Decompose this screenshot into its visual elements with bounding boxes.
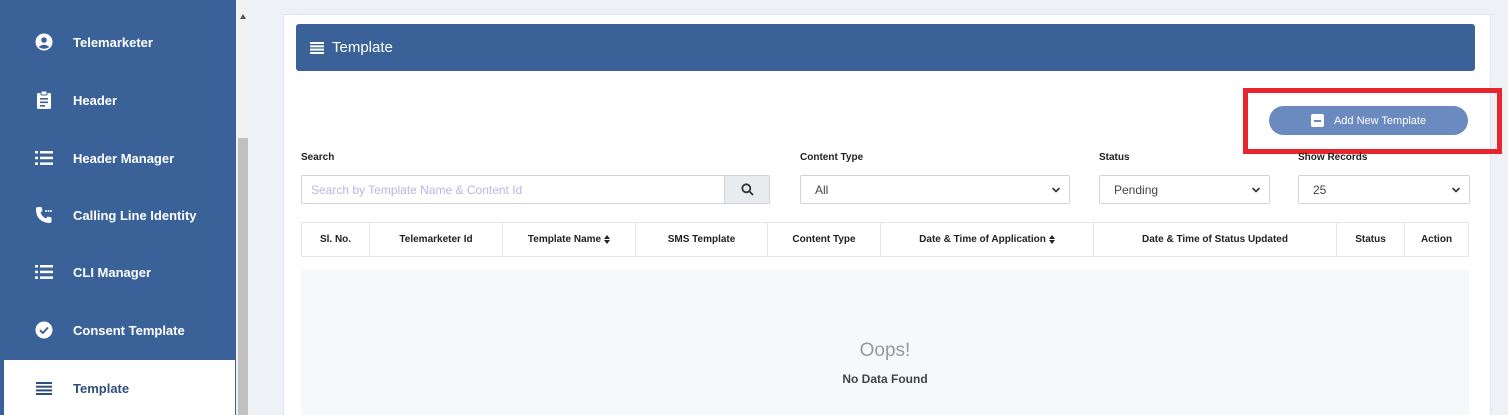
sidebar-item-label: Telemarketer — [73, 34, 153, 50]
scroll-up-arrow-icon[interactable] — [240, 14, 246, 19]
list-icon — [34, 262, 54, 282]
hamburger-icon — [310, 41, 324, 54]
check-circle-icon — [34, 320, 54, 340]
search-group — [301, 175, 770, 204]
show-records-select[interactable]: 25 — [1298, 175, 1470, 204]
status-select[interactable]: Pending — [1099, 175, 1270, 204]
status-label: Status — [1099, 152, 1130, 163]
content-type-label: Content Type — [800, 152, 864, 163]
show-records-value: 25 — [1313, 182, 1327, 197]
hamburger-icon — [34, 378, 54, 398]
table-header: Sl. No. Telemarketer Id Template Name SM… — [301, 222, 1469, 257]
sidebar-item-consent-template[interactable]: Consent Template — [0, 302, 236, 358]
phone-icon — [34, 205, 54, 225]
sort-icon[interactable] — [604, 235, 611, 244]
chevron-down-icon — [1451, 187, 1461, 193]
col-content-type: Content Type — [768, 223, 881, 256]
col-telemarketer-id: Telemarketer Id — [370, 223, 503, 256]
sidebar-item-template[interactable]: Template — [4, 360, 235, 415]
add-new-template-label: Add New Template — [1333, 114, 1427, 127]
sidebar-item-label: CLI Manager — [73, 264, 152, 280]
col-template-name[interactable]: Template Name — [503, 223, 636, 256]
sidebar-item-cli-manager[interactable]: CLI Manager — [0, 244, 236, 300]
sidebar-item-calling-line-identity[interactable]: Calling Line Identity — [0, 187, 236, 243]
content-type-value: All — [815, 182, 829, 197]
page-title: Template — [332, 39, 393, 56]
col-date-time-application[interactable]: Date & Time of Application — [881, 223, 1094, 256]
sort-icon[interactable] — [1048, 235, 1055, 244]
sidebar-item-label: Header — [73, 92, 118, 108]
col-sms-template: SMS Template — [636, 223, 768, 256]
list-icon — [34, 148, 54, 168]
user-circle-icon — [34, 32, 54, 52]
empty-title: Oops! — [859, 340, 911, 361]
sidebar: Telemarketer Header Header Manager Calli… — [0, 0, 236, 415]
card-header: Template — [296, 24, 1475, 71]
search-button[interactable] — [724, 176, 769, 203]
col-status: Status — [1337, 223, 1405, 256]
content-type-select[interactable]: All — [800, 175, 1070, 204]
col-sl-no: Sl. No. — [302, 223, 370, 256]
search-label: Search — [301, 152, 335, 163]
search-icon — [740, 183, 754, 196]
col-action: Action — [1420, 234, 1453, 245]
chevron-down-icon — [1051, 187, 1061, 193]
search-input[interactable] — [302, 176, 724, 203]
status-value: Pending — [1114, 182, 1159, 197]
empty-message: No Data Found — [842, 372, 928, 386]
sidebar-item-telemarketer[interactable]: Telemarketer — [0, 14, 236, 70]
sidebar-scrollbar[interactable] — [236, 0, 250, 415]
sidebar-item-label: Header Manager — [73, 150, 175, 166]
show-records-label: Show Records — [1298, 152, 1368, 163]
sidebar-item-label: Consent Template — [73, 322, 185, 338]
sidebar-item-label: Calling Line Identity — [73, 207, 197, 223]
add-new-template-button[interactable]: Add New Template — [1269, 106, 1468, 135]
sidebar-item-header-manager[interactable]: Header Manager — [0, 130, 236, 186]
col-date-time-status-updated: Date & Time of Status Updated — [1094, 223, 1337, 256]
sidebar-item-header[interactable]: Header — [0, 72, 236, 128]
sidebar-item-label: Template — [73, 380, 130, 396]
clipboard-icon — [34, 90, 54, 110]
minus-square-icon — [1310, 114, 1324, 127]
empty-state: Oops! No Data Found — [301, 270, 1469, 415]
scrollbar-thumb[interactable] — [238, 138, 248, 415]
chevron-down-icon — [1251, 187, 1261, 193]
